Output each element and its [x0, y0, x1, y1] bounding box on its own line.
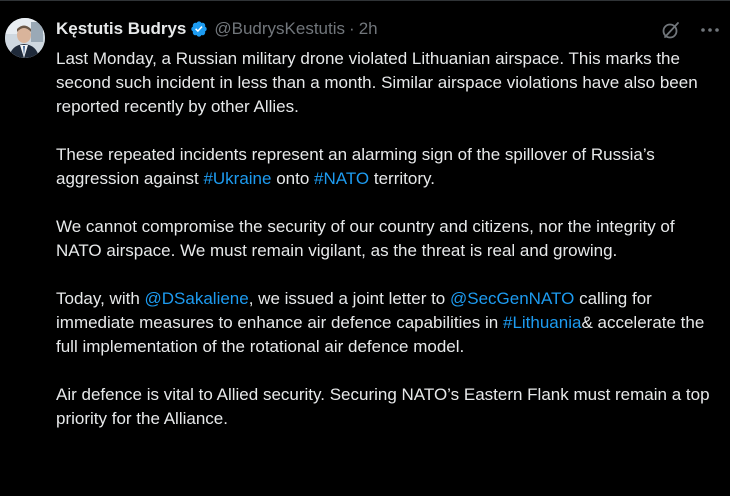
avatar-image	[5, 18, 45, 58]
grok-icon[interactable]	[661, 20, 681, 40]
tweet-text: Last Monday, a Russian military drone vi…	[56, 47, 720, 455]
more-options-icon[interactable]	[699, 20, 721, 40]
tweet[interactable]: Kęstutis Budrys @BudrysKestutis · 2h Las…	[0, 0, 730, 496]
tweet-paragraph-4: Today, with @DSakaliene, we issued a joi…	[56, 287, 720, 359]
tweet-paragraph-5: Air defence is vital to Allied security.…	[56, 385, 710, 428]
profile-avatar[interactable]	[5, 18, 45, 58]
hashtag-ukraine[interactable]: #Ukraine	[203, 169, 271, 188]
text-segment: territory.	[369, 169, 435, 188]
mention-secgennato[interactable]: @SecGenNATO	[450, 289, 574, 308]
verified-badge-icon	[190, 20, 208, 38]
tweet-timestamp[interactable]: 2h	[359, 17, 378, 41]
header-separator: ·	[349, 19, 355, 38]
author-name[interactable]: Kęstutis Budrys	[56, 17, 186, 41]
mention-dsakaliene[interactable]: @DSakaliene	[145, 289, 249, 308]
text-segment: Today, with	[56, 289, 145, 308]
tweet-paragraph-1: Last Monday, a Russian military drone vi…	[56, 49, 698, 116]
text-segment: , we issued a joint letter to	[248, 289, 450, 308]
author-handle[interactable]: @BudrysKestutis	[214, 17, 345, 41]
hashtag-lithuania[interactable]: #Lithuania	[503, 313, 581, 332]
hashtag-nato[interactable]: #NATO	[314, 169, 369, 188]
tweet-paragraph-3: We cannot compromise the security of our…	[56, 217, 675, 260]
tweet-paragraph-2: These repeated incidents represent an al…	[56, 143, 720, 191]
tweet-header: Kęstutis Budrys @BudrysKestutis · 2h	[56, 17, 378, 41]
text-segment: onto	[271, 169, 315, 188]
